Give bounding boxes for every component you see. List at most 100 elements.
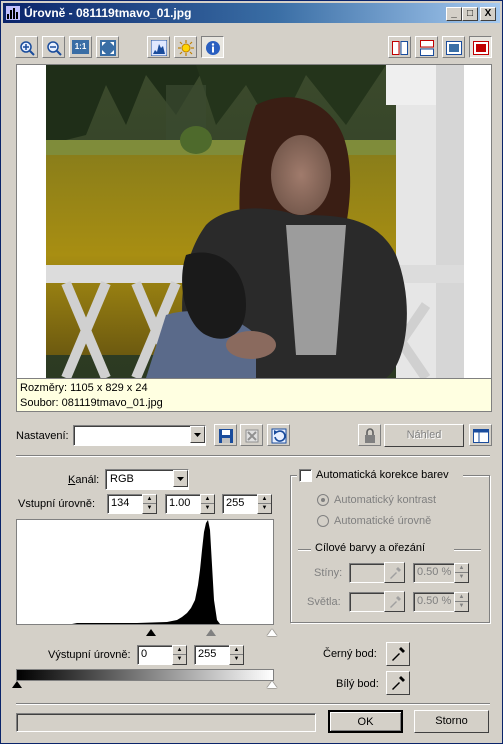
reset-button[interactable] bbox=[267, 424, 290, 446]
preset-dropdown-button[interactable] bbox=[190, 426, 205, 443]
input-gamma-spinner[interactable]: ▲ ▼ bbox=[200, 494, 215, 514]
save-icon bbox=[219, 429, 233, 443]
layout-button[interactable] bbox=[469, 424, 492, 446]
auto-levels-radio[interactable] bbox=[317, 515, 329, 527]
highlights-clip-field[interactable]: 0.50 % bbox=[413, 592, 455, 612]
input-gamma-field[interactable]: 1.00 bbox=[165, 494, 201, 514]
auto-correction-label: Automatická korekce barev bbox=[316, 469, 449, 481]
chevron-down-icon bbox=[194, 433, 201, 437]
levels-dialog: Úrovně - 081119tmavo_01.jpg _ □ X 1:1 Ro… bbox=[0, 0, 503, 744]
auto-contrast-radio[interactable] bbox=[317, 494, 329, 506]
actual-size-button[interactable]: 1:1 bbox=[69, 36, 92, 58]
input-black-field[interactable]: 134 bbox=[107, 494, 143, 514]
channel-label: Kanál: bbox=[68, 474, 100, 486]
input-white-spinner[interactable]: ▲ ▼ bbox=[257, 494, 272, 514]
split-vertical-icon bbox=[392, 41, 408, 55]
input-gamma-slider[interactable] bbox=[206, 629, 216, 636]
input-white-slider[interactable] bbox=[267, 629, 277, 636]
highlights-pipette-button[interactable] bbox=[384, 591, 405, 612]
auto-contrast-label: Automatický kontrast bbox=[334, 494, 437, 506]
layout-icon bbox=[473, 429, 489, 443]
window-title: Úrovně - 081119tmavo_01.jpg bbox=[24, 6, 192, 20]
histogram-button[interactable] bbox=[147, 36, 170, 58]
save-preset-button[interactable] bbox=[214, 424, 237, 446]
shadows-color-field[interactable] bbox=[349, 563, 385, 583]
separator bbox=[298, 549, 311, 551]
highlights-label: Světla: bbox=[307, 596, 341, 608]
target-colors-label: Cílové barvy a ořezání bbox=[315, 542, 426, 554]
white-point-pipette-button[interactable] bbox=[386, 671, 410, 695]
black-point-pipette-button[interactable] bbox=[386, 642, 410, 666]
progress-bar bbox=[16, 713, 316, 732]
cancel-button[interactable]: Storno bbox=[414, 710, 489, 733]
info-button[interactable] bbox=[201, 36, 224, 58]
eyedropper-icon bbox=[390, 567, 401, 579]
zoom-out-button[interactable] bbox=[42, 36, 65, 58]
separator bbox=[16, 455, 490, 457]
separator bbox=[454, 549, 481, 551]
split-horizontal-icon bbox=[420, 40, 434, 56]
lock-icon bbox=[365, 428, 375, 443]
shadows-pipette-button[interactable] bbox=[384, 562, 405, 583]
output-white-slider[interactable] bbox=[267, 681, 277, 688]
ok-button[interactable]: OK bbox=[328, 710, 403, 733]
photo-image bbox=[46, 65, 464, 378]
shadows-clip-field[interactable]: 0.50 % bbox=[413, 563, 455, 583]
output-levels-label: Výstupní úrovně: bbox=[48, 649, 131, 661]
fit-window-icon bbox=[100, 40, 116, 56]
close-button[interactable]: X bbox=[480, 7, 496, 21]
brightness-icon bbox=[178, 40, 194, 56]
eyedropper-icon bbox=[392, 676, 405, 690]
shadows-clip-spinner[interactable]: ▲ ▼ bbox=[454, 563, 469, 583]
lock-button[interactable] bbox=[358, 424, 381, 446]
shadows-label: Stíny: bbox=[314, 567, 343, 579]
actual-size-icon: 1:1 bbox=[72, 40, 89, 54]
histogram bbox=[16, 519, 274, 625]
fit-window-button[interactable] bbox=[96, 36, 119, 58]
output-black-spinner[interactable]: ▲ ▼ bbox=[172, 645, 187, 665]
preview-button[interactable]: Náhled bbox=[384, 424, 464, 447]
separator bbox=[16, 703, 490, 705]
original-view-button[interactable] bbox=[469, 36, 492, 58]
input-black-slider[interactable] bbox=[146, 629, 156, 636]
highlights-color-field[interactable] bbox=[349, 592, 385, 612]
output-white-field[interactable]: 255 bbox=[194, 645, 230, 665]
maximize-button[interactable]: □ bbox=[462, 7, 478, 21]
zoom-out-icon bbox=[47, 41, 62, 56]
image-dimensions: Rozměry: 1105 x 829 x 24 bbox=[20, 382, 148, 394]
output-black-slider[interactable] bbox=[12, 681, 22, 688]
reset-icon bbox=[271, 428, 287, 444]
highlights-clip-spinner[interactable]: ▲ ▼ bbox=[454, 592, 469, 612]
histogram-graph bbox=[17, 520, 220, 624]
levels-app-icon bbox=[6, 6, 20, 20]
delete-preset-button[interactable] bbox=[240, 424, 263, 446]
minimize-button[interactable]: _ bbox=[446, 7, 462, 21]
output-gradient bbox=[16, 669, 274, 681]
chevron-down-icon bbox=[177, 477, 184, 481]
zoom-in-icon bbox=[20, 41, 35, 56]
eyedropper-icon bbox=[390, 596, 401, 608]
zoom-in-button[interactable] bbox=[15, 36, 38, 58]
preview-photo[interactable] bbox=[46, 65, 464, 378]
preset-combo[interactable] bbox=[73, 425, 206, 446]
image-filename: Soubor: 081119tmavo_01.jpg bbox=[20, 397, 163, 409]
histogram-icon bbox=[151, 40, 167, 56]
single-view-button[interactable] bbox=[442, 36, 465, 58]
input-black-spinner[interactable]: ▲ ▼ bbox=[142, 494, 157, 514]
auto-levels-label: Automatické úrovně bbox=[334, 515, 432, 527]
auto-correction-checkbox[interactable] bbox=[299, 469, 312, 482]
info-icon bbox=[206, 41, 220, 55]
channel-combo[interactable]: RGB bbox=[105, 469, 189, 490]
input-levels-label: Vstupní úrovně: bbox=[18, 498, 96, 510]
eyedropper-icon bbox=[392, 647, 405, 661]
split-vertical-button[interactable] bbox=[388, 36, 411, 58]
output-black-field[interactable]: 0 bbox=[137, 645, 173, 665]
preset-label: Nastavení: bbox=[16, 430, 69, 442]
brightness-button[interactable] bbox=[174, 36, 197, 58]
channel-value: RGB bbox=[110, 473, 134, 485]
input-white-field[interactable]: 255 bbox=[222, 494, 258, 514]
channel-dropdown-button[interactable] bbox=[173, 470, 188, 487]
output-white-spinner[interactable]: ▲ ▼ bbox=[229, 645, 244, 665]
split-horizontal-button[interactable] bbox=[415, 36, 438, 58]
title-bar[interactable]: Úrovně - 081119tmavo_01.jpg _ □ X bbox=[3, 3, 500, 23]
